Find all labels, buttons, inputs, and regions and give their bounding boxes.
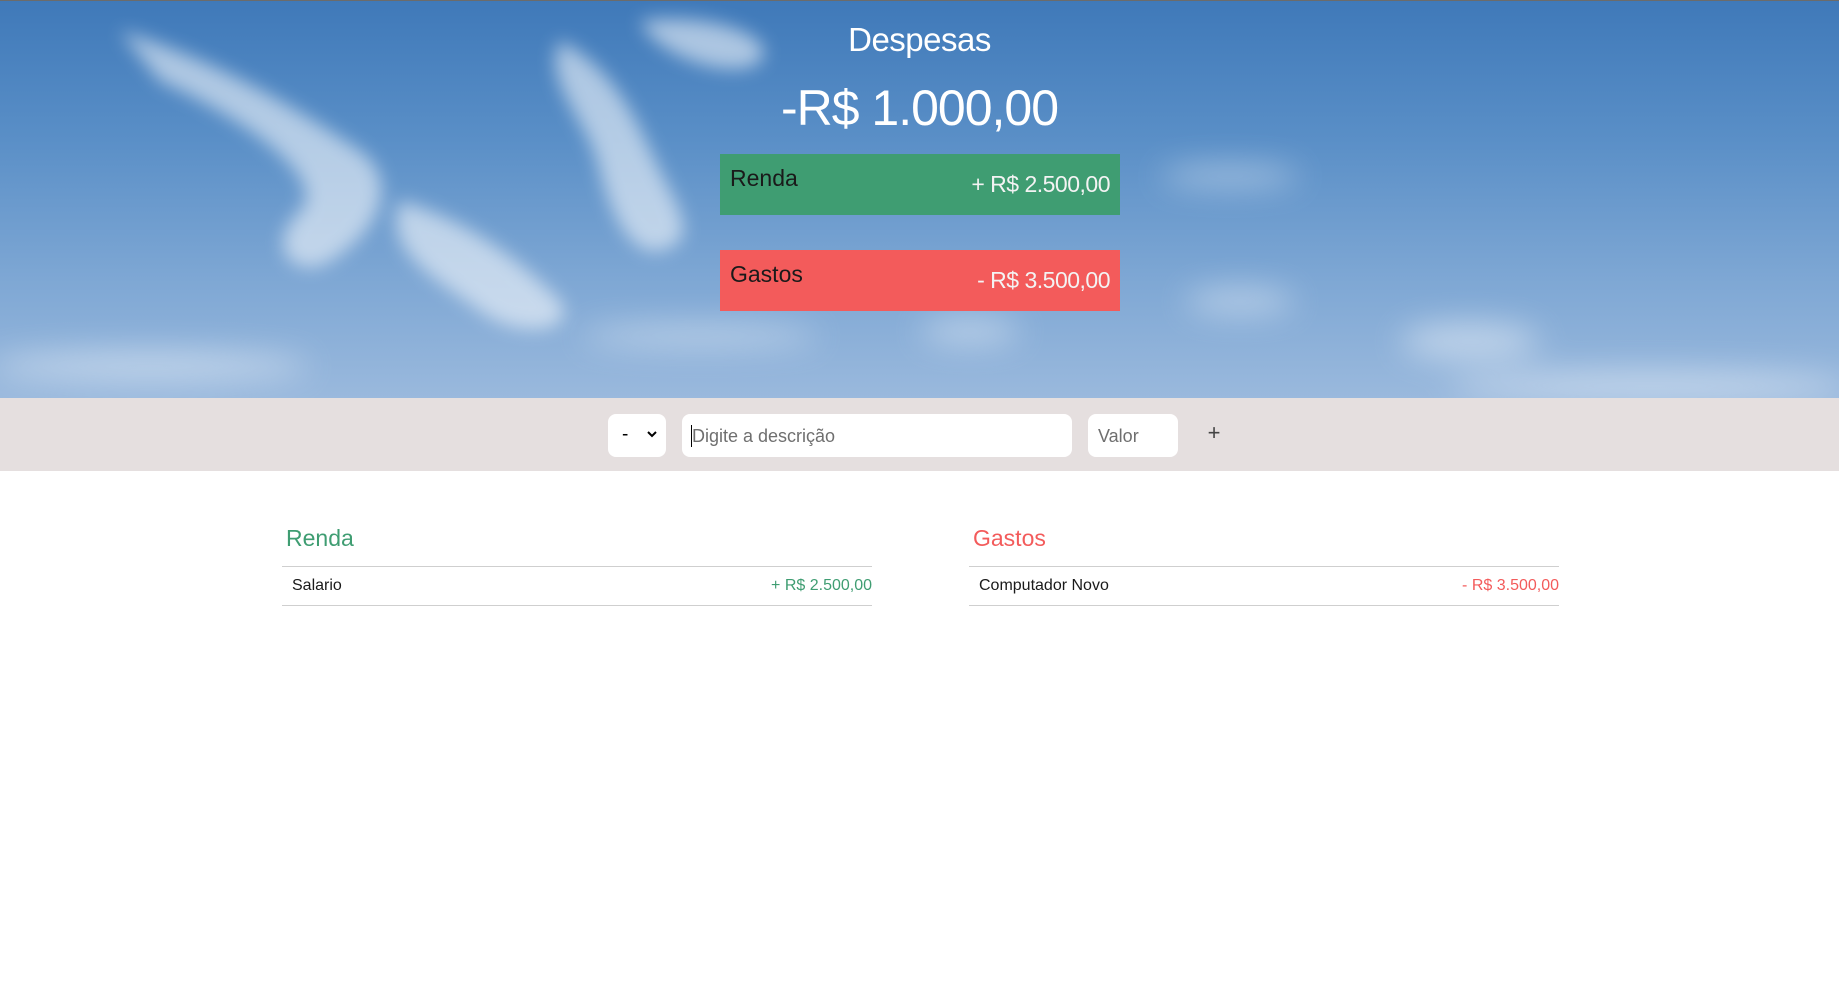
header: Despesas -R$ 1.000,00 Renda + R$ 2.500,0… [0,0,1839,398]
item-description: Salario [292,577,342,594]
type-select[interactable]: - [608,414,666,457]
income-summary-value: + R$ 2.500,00 [971,171,1110,197]
value-input[interactable]: Valor [1088,414,1178,457]
list-item[interactable]: Computador Novo - R$ 3.500,00 [969,566,1559,606]
expense-list: Gastos Computador Novo - R$ 3.500,00 [969,520,1559,606]
description-placeholder: Digite a descrição [692,426,836,446]
entry-form: - Digite a descrição Valor + [0,398,1839,471]
income-summary-card: Renda + R$ 2.500,00 [720,154,1120,215]
expense-summary-value: - R$ 3.500,00 [977,267,1110,293]
list-item[interactable]: Salario + R$ 2.500,00 [282,566,872,606]
item-value: + R$ 2.500,00 [771,577,872,594]
value-placeholder: Valor [1098,426,1139,446]
income-list-title: Renda [286,525,354,551]
balance-total: -R$ 1.000,00 [780,80,1059,136]
income-list: Renda Salario + R$ 2.500,00 [282,520,872,606]
expense-summary-label: Gastos [730,261,803,287]
description-input[interactable]: Digite a descrição [682,414,1072,457]
chevron-down-icon [647,431,657,438]
expense-summary-card: Gastos - R$ 3.500,00 [720,250,1120,311]
type-select-value: - [622,424,629,445]
expense-list-title: Gastos [973,525,1046,551]
page-title: Despesas [848,21,991,58]
income-summary-label: Renda [730,165,798,191]
item-description: Computador Novo [979,577,1109,594]
item-value: - R$ 3.500,00 [1462,577,1559,594]
add-button[interactable]: + [1200,418,1228,448]
